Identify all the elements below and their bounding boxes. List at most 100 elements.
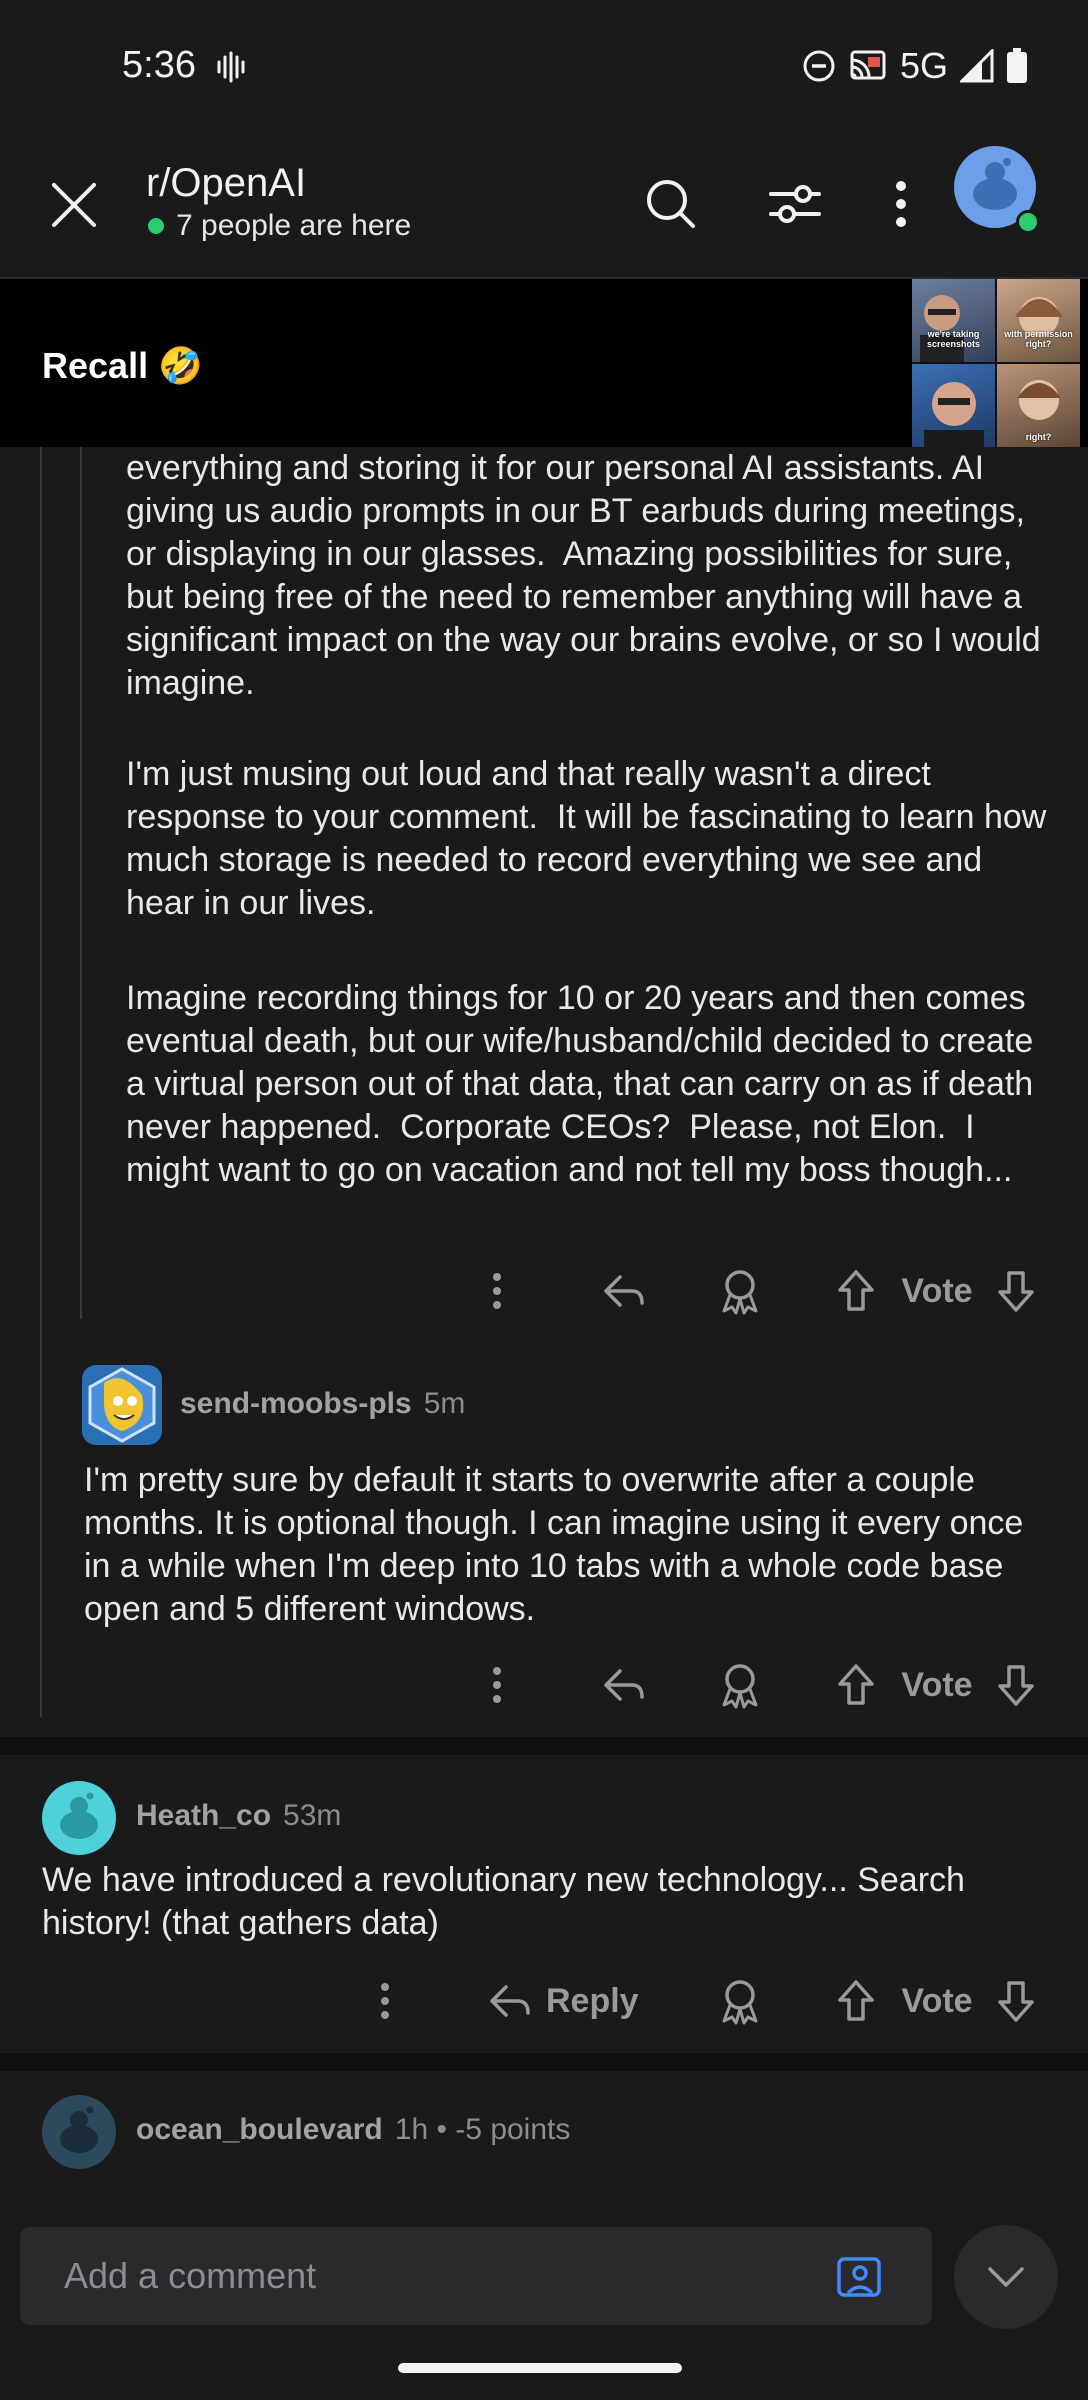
comment-paragraph: everything and storing it for our person… bbox=[126, 449, 1051, 702]
reply-button[interactable] bbox=[596, 1261, 652, 1321]
comment-paragraph: I'm just musing out loud and that really… bbox=[126, 755, 1056, 922]
upvote-arrow-icon bbox=[838, 1270, 874, 1311]
more-vertical-icon bbox=[896, 181, 906, 227]
downvote-button[interactable] bbox=[990, 1971, 1042, 2031]
presence-indicator: 7 people are here bbox=[148, 209, 411, 243]
online-status-dot bbox=[1016, 210, 1040, 234]
online-dot bbox=[148, 218, 164, 234]
comment-actions: Reply Vote bbox=[0, 1971, 1088, 2031]
status-icons: 5G bbox=[802, 44, 1028, 88]
award-icon bbox=[722, 1980, 758, 2025]
reply-button[interactable] bbox=[596, 1655, 652, 1715]
comment-placeholder: Add a comment bbox=[64, 2255, 317, 2296]
avatar[interactable] bbox=[82, 1365, 162, 1445]
more-options-button[interactable] bbox=[360, 1971, 410, 2031]
downvote-arrow-icon bbox=[998, 1981, 1034, 2022]
thumb-caption: with permission right? bbox=[1004, 329, 1073, 349]
reply-button[interactable]: Reply bbox=[488, 1971, 658, 2031]
status-bar: 5:36 5G bbox=[0, 0, 1088, 135]
downvote-arrow-icon bbox=[998, 1271, 1034, 1312]
upvote-button[interactable] bbox=[830, 1971, 882, 2031]
award-icon bbox=[722, 1270, 758, 1315]
downvote-button[interactable] bbox=[990, 1655, 1042, 1715]
comment-body: We have introduced a revolutionary new t… bbox=[42, 1861, 975, 1942]
chevron-down-icon bbox=[988, 2267, 1024, 2287]
filter-icon bbox=[769, 185, 821, 223]
comment-author-row: Heath_co 53m bbox=[136, 1799, 341, 1833]
avatar[interactable] bbox=[42, 2095, 116, 2169]
comment-input[interactable]: Add a comment bbox=[20, 2227, 932, 2325]
signal-icon bbox=[960, 49, 994, 83]
comment-paragraph: Imagine recording things for 10 or 20 ye… bbox=[126, 979, 1043, 1189]
search-icon bbox=[647, 180, 695, 228]
comment-actions: Vote bbox=[0, 1655, 1088, 1715]
comment-author[interactable]: ocean_boulevard bbox=[136, 2113, 383, 2147]
post-title: Recall 🤣 bbox=[42, 345, 203, 386]
award-button[interactable] bbox=[712, 1655, 768, 1715]
post-banner[interactable]: Recall 🤣 we're taking screenshots with p… bbox=[0, 279, 1088, 447]
reply-arrow-icon bbox=[604, 1275, 644, 1307]
upvote-arrow-icon bbox=[838, 1664, 874, 1705]
comment-actions: Vote bbox=[0, 1261, 1088, 1321]
upvote-button[interactable] bbox=[830, 1261, 882, 1321]
more-options-button[interactable] bbox=[866, 169, 936, 239]
comment-author[interactable]: Heath_co bbox=[136, 1799, 271, 1833]
face-image bbox=[1015, 297, 1063, 337]
downvote-arrow-icon bbox=[998, 1665, 1034, 1706]
face-image bbox=[920, 295, 964, 362]
app-header: r/OpenAI 7 people are here bbox=[0, 135, 1088, 279]
reply-arrow-icon bbox=[604, 1669, 644, 1701]
snoo-avatar-icon bbox=[60, 2106, 98, 2153]
comment-separator bbox=[0, 2053, 1088, 2071]
presence-text: 7 people are here bbox=[176, 209, 412, 242]
cast-icon bbox=[850, 50, 886, 80]
award-button[interactable] bbox=[712, 1971, 768, 2031]
comment-body: I'm pretty sure by default it starts to … bbox=[84, 1461, 1033, 1628]
thumb-panel bbox=[912, 364, 995, 447]
reply-label: Reply bbox=[546, 1981, 639, 2020]
comment-composer: Add a comment bbox=[0, 2205, 1088, 2355]
subreddit-title[interactable]: r/OpenAI bbox=[146, 161, 306, 206]
comment-meta: 1h • -5 points bbox=[394, 2113, 571, 2146]
upvote-button[interactable] bbox=[830, 1655, 882, 1715]
vote-count: Vote bbox=[901, 1271, 973, 1310]
downvote-button[interactable] bbox=[990, 1261, 1042, 1321]
avatar[interactable] bbox=[42, 1781, 116, 1855]
reply-arrow-icon bbox=[490, 1985, 530, 2017]
more-vertical-icon bbox=[493, 1273, 501, 1309]
comment-separator bbox=[0, 1737, 1088, 1755]
comment-age: 5m bbox=[423, 1387, 466, 1420]
comment-thread: everything and storing it for our person… bbox=[0, 447, 1088, 2205]
comment-age: 53m bbox=[283, 1799, 342, 1832]
more-vertical-icon bbox=[381, 1983, 389, 2019]
more-options-button[interactable] bbox=[472, 1261, 522, 1321]
thread-line bbox=[40, 447, 42, 1717]
award-icon bbox=[722, 1664, 758, 1709]
network-label: 5G bbox=[899, 45, 948, 86]
banana-avatar-icon bbox=[88, 1367, 156, 1443]
more-options-button[interactable] bbox=[472, 1655, 522, 1715]
more-vertical-icon bbox=[493, 1667, 501, 1703]
snoo-avatar-icon bbox=[60, 1792, 98, 1839]
comment-author-row[interactable]: ocean_boulevard 1h • -5 points bbox=[136, 2113, 570, 2147]
gesture-home-bar[interactable] bbox=[398, 2363, 682, 2373]
award-button[interactable] bbox=[712, 1261, 768, 1321]
add-image-icon[interactable] bbox=[834, 2251, 886, 2303]
thumb-panel: right? bbox=[997, 364, 1080, 447]
face-image bbox=[924, 382, 984, 447]
thread-line bbox=[80, 447, 82, 1319]
search-button[interactable] bbox=[636, 169, 706, 239]
thumb-panel: we're taking screenshots bbox=[912, 279, 995, 362]
vibrate-icon bbox=[217, 51, 245, 83]
comment-author[interactable]: send-moobs-pls bbox=[180, 1387, 412, 1421]
battery-icon bbox=[1007, 48, 1027, 83]
post-thumbnail[interactable]: we're taking screenshots with permission… bbox=[912, 279, 1080, 447]
comment-author-row: send-moobs-pls 5m bbox=[180, 1387, 465, 1421]
thumb-caption: we're taking screenshots bbox=[926, 329, 981, 349]
upvote-arrow-icon bbox=[838, 1980, 874, 2021]
thumb-caption: right? bbox=[1025, 432, 1052, 442]
collapse-button[interactable] bbox=[954, 2225, 1058, 2329]
vote-count: Vote bbox=[901, 1665, 973, 1704]
filter-button[interactable] bbox=[760, 169, 830, 239]
close-icon[interactable] bbox=[44, 175, 104, 235]
